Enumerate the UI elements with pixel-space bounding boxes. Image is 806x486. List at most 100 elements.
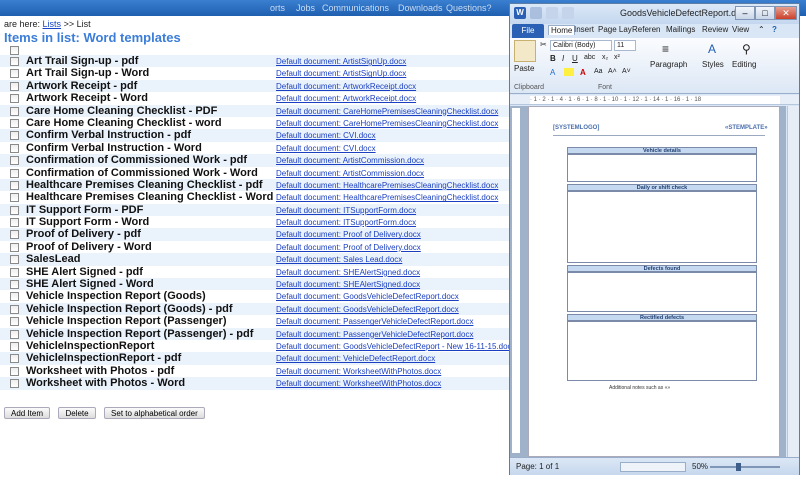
- default-document-link[interactable]: Default document: CVI.docx: [276, 130, 376, 141]
- default-document-link[interactable]: Default document: SHEAlertSigned.docx: [276, 279, 420, 290]
- row-checkbox[interactable]: [10, 230, 19, 240]
- paste-icon[interactable]: [514, 40, 536, 62]
- row-checkbox[interactable]: [10, 131, 19, 141]
- default-document-link[interactable]: Default document: Sales Lead.docx: [276, 254, 402, 265]
- default-document-link[interactable]: Default document: ITSupportForm.docx: [276, 205, 416, 216]
- row-checkbox[interactable]: [10, 379, 19, 389]
- default-document-link[interactable]: Default document: ArtworkReceipt.docx: [276, 81, 416, 92]
- row-checkbox[interactable]: [10, 304, 19, 314]
- row-checkbox[interactable]: [10, 242, 19, 252]
- zoom-slider[interactable]: [710, 466, 780, 468]
- tab-page-layout[interactable]: Page Lay: [598, 25, 632, 34]
- font-name-select[interactable]: Calibri (Body): [550, 40, 612, 51]
- help-icon[interactable]: ?: [772, 25, 777, 34]
- default-document-link[interactable]: Default document: SHEAlertSigned.docx: [276, 267, 420, 278]
- row-checkbox[interactable]: [10, 193, 19, 203]
- row-checkbox[interactable]: [10, 329, 19, 339]
- row-checkbox[interactable]: [10, 366, 19, 376]
- alphabetical-order-button[interactable]: Set to alphabetical order: [104, 407, 205, 419]
- row-checkbox[interactable]: [10, 205, 19, 215]
- text-effects-icon[interactable]: A: [550, 68, 555, 77]
- paragraph-icon[interactable]: ≡: [662, 42, 669, 56]
- default-document-link[interactable]: Default document: CareHomePremisesCleani…: [276, 118, 498, 129]
- default-document-link[interactable]: Default document: PassengerVehicleDefect…: [276, 316, 473, 327]
- default-document-link[interactable]: Default document: Proof of Delivery.docx: [276, 242, 421, 253]
- row-checkbox[interactable]: [10, 94, 19, 104]
- zoom-level[interactable]: 50%: [692, 462, 708, 471]
- minimize-button[interactable]: –: [735, 6, 755, 20]
- nav-item-downloads[interactable]: Downloads: [398, 3, 443, 13]
- row-checkbox[interactable]: [10, 106, 19, 116]
- default-document-link[interactable]: Default document: ArtistCommission.docx: [276, 168, 424, 179]
- redo-icon[interactable]: [562, 7, 574, 19]
- zoom-slider-thumb[interactable]: [736, 463, 741, 471]
- row-checkbox[interactable]: [10, 255, 19, 265]
- superscript-button[interactable]: x²: [614, 54, 620, 61]
- tab-mailings[interactable]: Mailings: [666, 25, 695, 34]
- italic-button[interactable]: I: [562, 54, 564, 63]
- row-checkbox[interactable]: [10, 69, 19, 79]
- default-document-link[interactable]: Default document: CVI.docx: [276, 143, 376, 154]
- subscript-button[interactable]: x₂: [602, 54, 608, 61]
- row-checkbox[interactable]: [10, 317, 19, 327]
- default-document-link[interactable]: Default document: WorksheetWithPhotos.do…: [276, 378, 441, 389]
- row-checkbox[interactable]: [10, 118, 19, 128]
- row-checkbox[interactable]: [10, 57, 19, 66]
- paste-button[interactable]: Paste: [514, 64, 534, 73]
- nav-item-communications[interactable]: Communications: [322, 3, 389, 13]
- row-checkbox[interactable]: [10, 81, 19, 91]
- styles-icon[interactable]: A: [708, 42, 716, 56]
- change-case-icon[interactable]: Aa: [594, 68, 603, 75]
- underline-button[interactable]: U: [572, 54, 578, 63]
- row-checkbox[interactable]: [10, 280, 19, 290]
- row-checkbox[interactable]: [10, 341, 19, 351]
- default-document-link[interactable]: Default document: GoodsVehicleDefectRepo…: [276, 291, 459, 302]
- nav-item-questions[interactable]: Questions?: [446, 3, 492, 13]
- default-document-link[interactable]: Default document: ArtistSignUp.docx: [276, 56, 406, 67]
- row-checkbox[interactable]: [10, 354, 19, 364]
- default-document-link[interactable]: Default document: ArtistCommission.docx: [276, 155, 424, 166]
- tab-view[interactable]: View: [732, 25, 749, 34]
- default-document-link[interactable]: Default document: ITSupportForm.docx: [276, 217, 416, 228]
- nav-item-reports[interactable]: orts: [270, 3, 285, 13]
- document-page[interactable]: [SYSTEMLOGO] «STEMPLATE» Vehicle details…: [528, 106, 780, 457]
- tab-insert[interactable]: Insert: [574, 25, 594, 34]
- vertical-scrollbar[interactable]: [787, 106, 799, 457]
- default-document-link[interactable]: Default document: ArtistSignUp.docx: [276, 68, 406, 79]
- font-color-icon[interactable]: A: [580, 68, 586, 77]
- document-area[interactable]: [SYSTEMLOGO] «STEMPLATE» Vehicle details…: [510, 106, 786, 457]
- default-document-link[interactable]: Default document: WorksheetWithPhotos.do…: [276, 366, 441, 377]
- view-buttons[interactable]: [620, 462, 686, 472]
- select-all-checkbox[interactable]: [10, 46, 19, 55]
- undo-icon[interactable]: [546, 7, 558, 19]
- default-document-link[interactable]: Default document: HealthcarePremisesClea…: [276, 192, 498, 203]
- row-checkbox[interactable]: [10, 156, 19, 166]
- row-checkbox[interactable]: [10, 292, 19, 302]
- find-icon[interactable]: ⚲: [742, 42, 751, 56]
- default-document-link[interactable]: Default document: GoodsVehicleDefectRepo…: [276, 341, 516, 352]
- default-document-link[interactable]: Default document: CareHomePremisesCleani…: [276, 106, 498, 117]
- row-checkbox[interactable]: [10, 143, 19, 153]
- bold-button[interactable]: B: [550, 54, 556, 63]
- tab-home[interactable]: Home: [548, 25, 576, 35]
- highlight-color-icon[interactable]: [564, 68, 574, 76]
- tab-review[interactable]: Review: [702, 25, 728, 34]
- row-checkbox[interactable]: [10, 180, 19, 190]
- close-button[interactable]: ✕: [775, 6, 797, 20]
- editing-button[interactable]: Editing: [732, 60, 756, 69]
- delete-button[interactable]: Delete: [58, 407, 96, 419]
- default-document-link[interactable]: Default document: PassengerVehicleDefect…: [276, 329, 473, 340]
- add-item-button[interactable]: Add Item: [4, 407, 51, 419]
- default-document-link[interactable]: Default document: VehicleDefectReport.do…: [276, 353, 435, 364]
- row-checkbox[interactable]: [10, 267, 19, 277]
- row-checkbox[interactable]: [10, 218, 19, 228]
- row-checkbox[interactable]: [10, 168, 19, 178]
- paragraph-group-button[interactable]: Paragraph: [650, 60, 687, 69]
- word-app-icon[interactable]: W: [514, 7, 526, 19]
- nav-item-jobs[interactable]: Jobs: [296, 3, 315, 13]
- maximize-button[interactable]: □: [755, 6, 775, 20]
- strikethrough-button[interactable]: abc: [584, 54, 595, 61]
- default-document-link[interactable]: Default document: GoodsVehicleDefectRepo…: [276, 304, 459, 315]
- cut-icon[interactable]: ✂: [540, 40, 547, 49]
- ribbon-collapse-icon[interactable]: ⌃: [758, 25, 765, 34]
